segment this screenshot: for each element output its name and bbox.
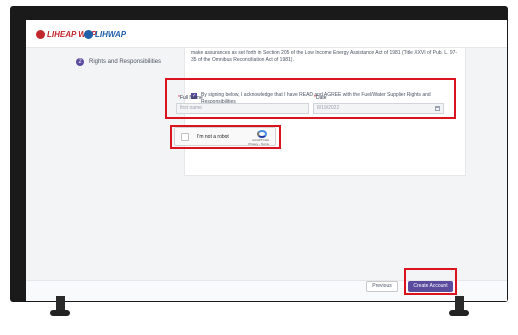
highlight-create-account [404,268,457,295]
lihwap-logo-text: LIHWAP [95,29,127,39]
step-number-badge: 2 [76,58,84,66]
highlight-captcha [170,125,281,149]
screen: LIHEAP WAP LIHWAP 2 Rights and Responsib… [26,20,507,301]
highlight-signature-fields [165,78,456,119]
stand-foot-right [449,310,469,316]
steps-sidebar: 2 Rights and Responsibilities [26,48,171,280]
app-header: LIHEAP WAP LIHWAP [26,20,507,48]
lihwap-logo-icon [84,29,93,39]
step-label: Rights and Responsibilities [89,59,162,65]
liheap-logo-icon [36,29,45,39]
previous-button[interactable]: Previous [366,281,398,292]
agreement-text: make assurances as set forth in Section … [191,50,458,63]
lihwap-logo[interactable]: LIHWAP [84,26,126,42]
step-rights-and-responsibilities[interactable]: 2 Rights and Responsibilities [76,58,161,66]
monitor-frame: LIHEAP WAP LIHWAP 2 Rights and Responsib… [10,6,508,302]
stand-foot-left [50,310,70,316]
